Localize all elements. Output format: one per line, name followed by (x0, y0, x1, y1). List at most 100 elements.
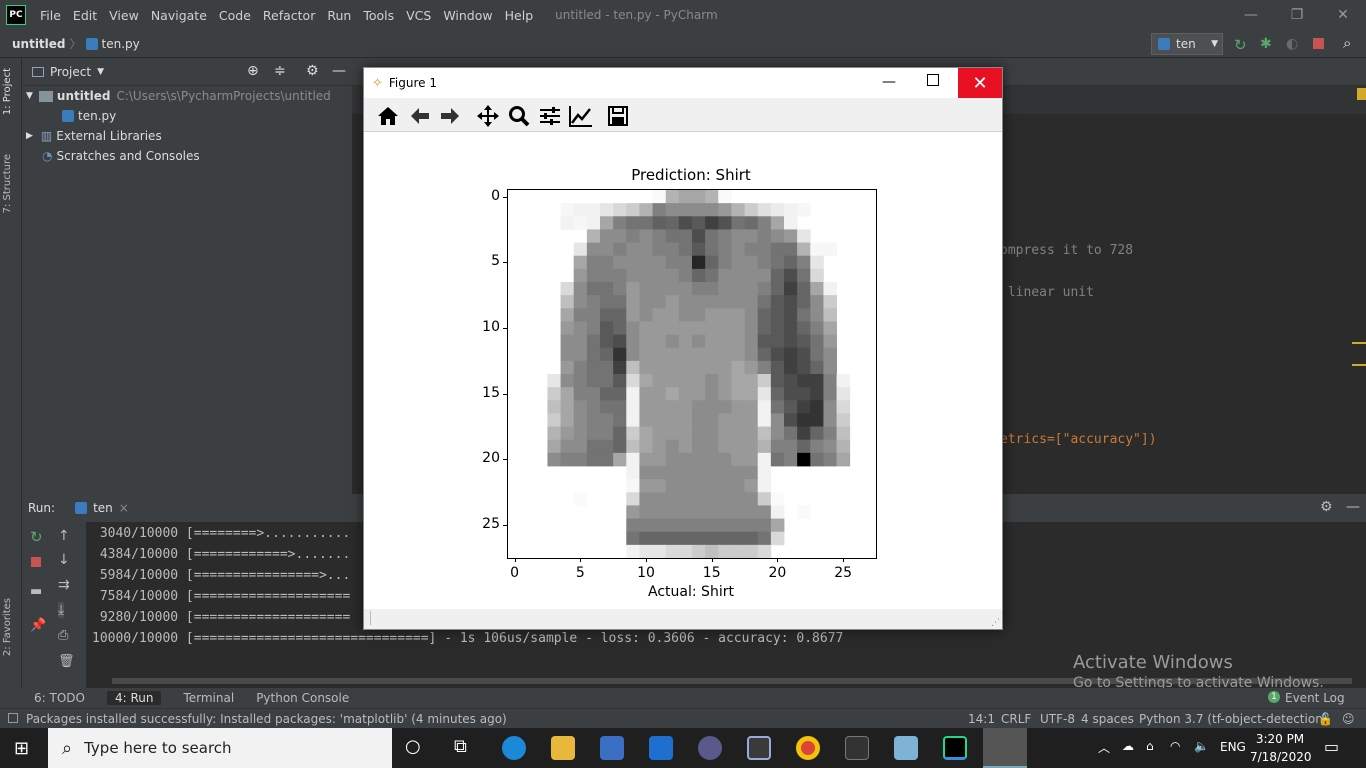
close-button[interactable]: ✕ (958, 68, 1002, 98)
zoom-icon[interactable] (505, 102, 533, 130)
maximize-button[interactable]: ❐ (1274, 0, 1320, 30)
menu-tools[interactable]: Tools (357, 8, 400, 23)
tree-item-untitled[interactable]: ▼ untitled C:\Users\s\PycharmProjects\un… (26, 86, 331, 106)
tab-structure[interactable]: 7: Structure (2, 154, 13, 213)
inspector-icon[interactable]: ☺ (1342, 712, 1355, 726)
arrow-down-icon[interactable]: ↓ (58, 552, 70, 568)
resize-grip-icon[interactable]: ⋰ (991, 618, 1000, 628)
error-stripe-mark[interactable] (1352, 364, 1366, 366)
menu-refactor[interactable]: Refactor (257, 8, 321, 23)
pycharm-logo-icon[interactable]: PC (6, 5, 26, 25)
cortana-icon[interactable]: ○ (405, 736, 421, 757)
indent-setting[interactable]: 4 spaces (1081, 712, 1134, 726)
hide-icon[interactable]: — (1346, 499, 1360, 515)
print-icon[interactable]: ⎙ (58, 628, 68, 643)
matplotlib-figure-taskbar-icon[interactable] (983, 728, 1027, 768)
mail-icon[interactable] (649, 736, 673, 760)
configure-icon[interactable] (536, 102, 564, 130)
cloud-icon[interactable]: ☁ (1122, 739, 1134, 753)
trash-icon[interactable]: 🗑 (58, 654, 75, 669)
locate-icon[interactable]: ⊕ (247, 63, 259, 79)
tab-todo[interactable]: 6: TODO (34, 691, 85, 705)
coverage-icon[interactable]: ◐ (1286, 36, 1298, 52)
menu-code[interactable]: Code (213, 8, 257, 23)
tab-terminal[interactable]: Terminal (183, 691, 234, 705)
rerun-icon[interactable]: ↻ (1234, 36, 1247, 54)
figure-canvas[interactable]: Prediction: Shirt Actual: Shirt 0 5 10 15 20… (364, 132, 1002, 609)
maximize-button[interactable] (927, 74, 939, 86)
menu-run[interactable]: Run (321, 8, 357, 23)
wifi-icon[interactable]: ◠ (1170, 739, 1180, 753)
taskbar-clock[interactable]: 3:20 PM 7/18/2020 (1250, 730, 1312, 766)
search-icon[interactable]: ⌕ (1343, 34, 1351, 52)
tree-item-ten-py[interactable]: ten.py (62, 106, 116, 126)
pan-icon[interactable] (474, 102, 502, 130)
expand-arrow-icon[interactable]: ▼ (26, 91, 33, 101)
forward-icon[interactable] (436, 102, 464, 130)
menu-navigate[interactable]: Navigate (145, 8, 213, 23)
home-icon[interactable] (374, 102, 402, 130)
rerun-icon[interactable]: ↻ (30, 528, 43, 546)
figure-title-bar[interactable]: ✧ Figure 1 — ✕ (364, 68, 1002, 98)
menu-edit[interactable]: Edit (67, 8, 103, 23)
notification-icon[interactable]: ▭ (1324, 737, 1339, 756)
chevron-up-icon[interactable]: ︿ (1098, 739, 1110, 756)
menu-vcs[interactable]: VCS (400, 8, 437, 23)
breadcrumb-project[interactable]: untitled (0, 37, 66, 51)
minimize-button[interactable]: — (1228, 0, 1274, 30)
run-tab-label[interactable]: ten (93, 501, 113, 515)
taskbar-search-box[interactable]: ⌕ Type here to search (48, 728, 392, 768)
tab-python-console[interactable]: Python Console (256, 691, 349, 705)
collapse-all-icon[interactable]: ≑ (274, 63, 286, 79)
run-config-select[interactable]: ten ▼ (1151, 33, 1223, 55)
menu-file[interactable]: File (34, 8, 67, 23)
interpreter-select[interactable]: Python 3.7 (tf-object-detection) (1139, 712, 1327, 726)
hide-icon[interactable]: — (332, 63, 346, 79)
chrome-icon[interactable] (796, 736, 820, 760)
breadcrumb-file[interactable]: ten.py (102, 37, 140, 51)
edge-icon[interactable] (502, 736, 526, 760)
scroll-to-end-icon[interactable]: ⤓ (58, 602, 65, 618)
chevron-down-icon[interactable]: ▼ (97, 67, 104, 77)
minimize-button[interactable]: — (882, 74, 896, 90)
line-separator[interactable]: CRLF (1001, 712, 1031, 726)
menu-view[interactable]: View (103, 8, 145, 23)
arrow-up-icon[interactable]: ↑ (58, 528, 70, 544)
tab-favorites[interactable]: 2: Favorites (2, 598, 13, 656)
error-stripe-mark[interactable] (1352, 342, 1366, 344)
tree-item-scratches[interactable]: ◔ Scratches and Consoles (42, 146, 200, 166)
event-log-tab[interactable]: Event Log (1285, 691, 1345, 705)
app-icon[interactable] (894, 736, 918, 760)
status-toggle-icon[interactable] (8, 713, 18, 723)
soft-wrap-icon[interactable]: ⇉ (58, 577, 70, 593)
tree-item-external-libraries[interactable]: ▶ ▥ External Libraries (26, 126, 162, 146)
store-icon[interactable] (600, 736, 624, 760)
language-indicator[interactable]: ENG (1220, 740, 1246, 754)
eclipse-icon[interactable] (698, 736, 722, 760)
back-icon[interactable] (406, 102, 434, 130)
tab-run[interactable]: 4: Run (106, 691, 162, 705)
terminal-icon[interactable] (845, 736, 869, 760)
stop-icon[interactable] (1313, 38, 1324, 49)
save-icon[interactable] (604, 102, 632, 130)
caret-position[interactable]: 14:1 (968, 712, 995, 726)
close-button[interactable]: ✕ (1320, 0, 1366, 30)
gear-icon[interactable]: ⚙ (306, 63, 319, 79)
close-tab-icon[interactable]: × (119, 501, 129, 515)
file-encoding[interactable]: UTF-8 (1040, 712, 1075, 726)
warning-marker-icon[interactable] (1357, 88, 1366, 100)
lock-icon[interactable]: 🔓 (1318, 712, 1333, 726)
status-message[interactable]: Packages installed successfully: Install… (26, 712, 507, 726)
figure-window[interactable]: ✧ Figure 1 — ✕ Prediction: Shirt Actual:… (363, 67, 1003, 630)
menu-help[interactable]: Help (499, 8, 540, 23)
menu-window[interactable]: Window (437, 8, 498, 23)
edit-axis-icon[interactable] (567, 102, 595, 130)
file-explorer-icon[interactable] (551, 736, 575, 760)
layout-icon[interactable]: ▬ (30, 584, 42, 599)
windows-start-icon[interactable]: ⊞ (14, 738, 29, 759)
project-panel-title[interactable]: Project (50, 65, 91, 79)
debug-icon[interactable]: ✱ (1260, 36, 1272, 52)
volume-icon[interactable]: 🔈 (1194, 739, 1209, 753)
virtualbox-icon[interactable] (747, 736, 771, 760)
pycharm-taskbar-icon[interactable] (943, 736, 967, 760)
